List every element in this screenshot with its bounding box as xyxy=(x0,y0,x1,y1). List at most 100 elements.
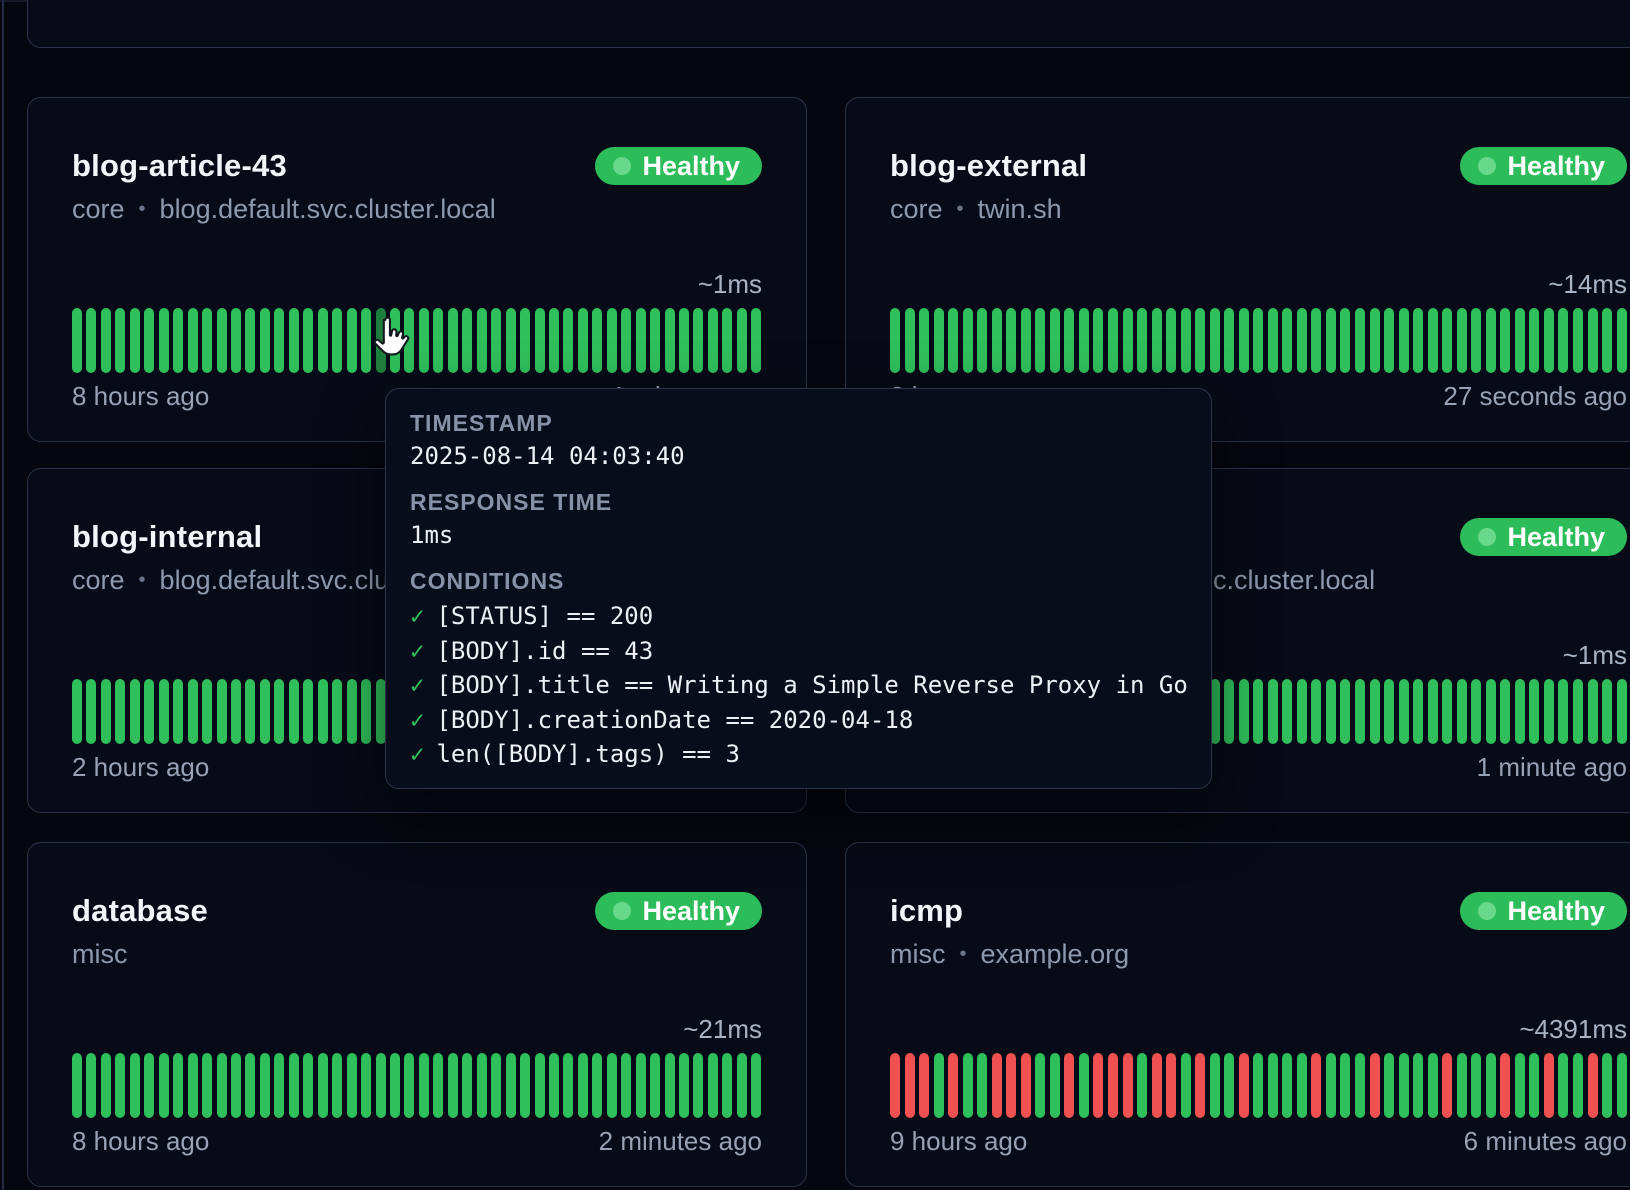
uptime-bar[interactable] xyxy=(1384,679,1394,744)
uptime-bar[interactable] xyxy=(245,308,255,373)
uptime-bar[interactable] xyxy=(217,1053,227,1118)
uptime-bar[interactable] xyxy=(1311,308,1321,373)
uptime-bar[interactable] xyxy=(1006,308,1016,373)
uptime-bar[interactable] xyxy=(1529,308,1539,373)
uptime-bar[interactable] xyxy=(1500,1053,1510,1118)
uptime-bar[interactable] xyxy=(1268,1053,1278,1118)
uptime-bar[interactable] xyxy=(905,308,915,373)
uptime-bar[interactable] xyxy=(1457,679,1467,744)
uptime-bar[interactable] xyxy=(1602,1053,1612,1118)
uptime-bar[interactable] xyxy=(217,308,227,373)
uptime-bar[interactable] xyxy=(1617,1053,1627,1118)
uptime-bar[interactable] xyxy=(202,1053,212,1118)
uptime-bar[interactable] xyxy=(1137,308,1147,373)
uptime-bar[interactable] xyxy=(679,308,689,373)
uptime-bar[interactable] xyxy=(1588,308,1598,373)
uptime-bar[interactable] xyxy=(1195,308,1205,373)
uptime-bar[interactable] xyxy=(592,1053,602,1118)
uptime-bar[interactable] xyxy=(693,308,703,373)
uptime-bar[interactable] xyxy=(260,308,270,373)
uptime-bar[interactable] xyxy=(1268,308,1278,373)
uptime-bar[interactable] xyxy=(202,679,212,744)
uptime-bar[interactable] xyxy=(1471,679,1481,744)
uptime-bar[interactable] xyxy=(477,1053,487,1118)
uptime-bar[interactable] xyxy=(963,308,973,373)
uptime-bar[interactable] xyxy=(159,679,169,744)
uptime-bar[interactable] xyxy=(890,308,900,373)
uptime-bar[interactable] xyxy=(1515,308,1525,373)
uptime-bar[interactable] xyxy=(1021,308,1031,373)
uptime-bar[interactable] xyxy=(1166,1053,1176,1118)
uptime-bar[interactable] xyxy=(289,308,299,373)
uptime-bar[interactable] xyxy=(115,1053,125,1118)
uptime-bar[interactable] xyxy=(347,679,357,744)
uptime-bar[interactable] xyxy=(202,308,212,373)
uptime-bar[interactable] xyxy=(274,1053,284,1118)
uptime-bar[interactable] xyxy=(462,308,472,373)
uptime-bar[interactable] xyxy=(1442,308,1452,373)
uptime-bar[interactable] xyxy=(992,1053,1002,1118)
uptime-bar[interactable] xyxy=(1588,679,1598,744)
uptime-bar[interactable] xyxy=(1210,308,1220,373)
uptime-bar[interactable] xyxy=(1428,1053,1438,1118)
uptime-bar[interactable] xyxy=(404,1053,414,1118)
service-card-cutoff[interactable] xyxy=(27,0,1630,48)
uptime-bar[interactable] xyxy=(144,308,154,373)
uptime-bar[interactable] xyxy=(934,1053,944,1118)
uptime-bar[interactable] xyxy=(1486,1053,1496,1118)
uptime-bar[interactable] xyxy=(963,1053,973,1118)
uptime-bar[interactable] xyxy=(1253,679,1263,744)
uptime-bar[interactable] xyxy=(665,1053,675,1118)
uptime-bar[interactable] xyxy=(1006,1053,1016,1118)
uptime-bar[interactable] xyxy=(563,1053,573,1118)
service-card[interactable]: icmpmisc•example.orgHealthy~4391ms9 hour… xyxy=(845,842,1630,1187)
uptime-bar[interactable] xyxy=(231,1053,241,1118)
uptime-bar[interactable] xyxy=(506,1053,516,1118)
uptime-bar[interactable] xyxy=(1544,308,1554,373)
uptime-bar[interactable] xyxy=(578,308,588,373)
uptime-bar[interactable] xyxy=(535,1053,545,1118)
uptime-bar[interactable] xyxy=(101,308,111,373)
uptime-bar[interactable] xyxy=(245,679,255,744)
uptime-bar[interactable] xyxy=(905,1053,915,1118)
uptime-bar[interactable] xyxy=(1370,679,1380,744)
uptime-bar[interactable] xyxy=(332,679,342,744)
uptime-bar[interactable] xyxy=(1239,308,1249,373)
uptime-bar[interactable] xyxy=(101,1053,111,1118)
uptime-bar[interactable] xyxy=(448,1053,458,1118)
uptime-bar[interactable] xyxy=(1079,1053,1089,1118)
uptime-bar[interactable] xyxy=(977,1053,987,1118)
uptime-bar[interactable] xyxy=(86,308,96,373)
uptime-bar[interactable] xyxy=(361,1053,371,1118)
uptime-bar[interactable] xyxy=(72,1053,82,1118)
uptime-bar[interactable] xyxy=(751,1053,761,1118)
uptime-bar[interactable] xyxy=(1064,1053,1074,1118)
uptime-bar[interactable] xyxy=(231,308,241,373)
uptime-bar[interactable] xyxy=(1079,308,1089,373)
uptime-bar[interactable] xyxy=(1500,308,1510,373)
uptime-bar[interactable] xyxy=(1457,1053,1467,1118)
uptime-bar[interactable] xyxy=(303,679,313,744)
uptime-bar[interactable] xyxy=(636,1053,646,1118)
uptime-bar[interactable] xyxy=(563,308,573,373)
uptime-bar[interactable] xyxy=(1428,308,1438,373)
uptime-bar[interactable] xyxy=(173,308,183,373)
uptime-bar[interactable] xyxy=(621,1053,631,1118)
uptime-bar[interactable] xyxy=(520,308,530,373)
uptime-bar[interactable] xyxy=(1340,1053,1350,1118)
uptime-bar[interactable] xyxy=(1515,679,1525,744)
uptime-bar[interactable] xyxy=(1442,679,1452,744)
uptime-bar[interactable] xyxy=(1471,1053,1481,1118)
uptime-bar[interactable] xyxy=(1021,1053,1031,1118)
uptime-bar[interactable] xyxy=(549,1053,559,1118)
uptime-bar[interactable] xyxy=(491,308,501,373)
uptime-bar[interactable] xyxy=(318,308,328,373)
uptime-bar[interactable] xyxy=(693,1053,703,1118)
uptime-bar[interactable] xyxy=(1500,679,1510,744)
uptime-bar[interactable] xyxy=(217,679,227,744)
uptime-bar[interactable] xyxy=(1355,1053,1365,1118)
uptime-bar[interactable] xyxy=(318,1053,328,1118)
uptime-bar[interactable] xyxy=(1399,679,1409,744)
uptime-bar[interactable] xyxy=(1239,1053,1249,1118)
uptime-bar[interactable] xyxy=(1558,1053,1568,1118)
